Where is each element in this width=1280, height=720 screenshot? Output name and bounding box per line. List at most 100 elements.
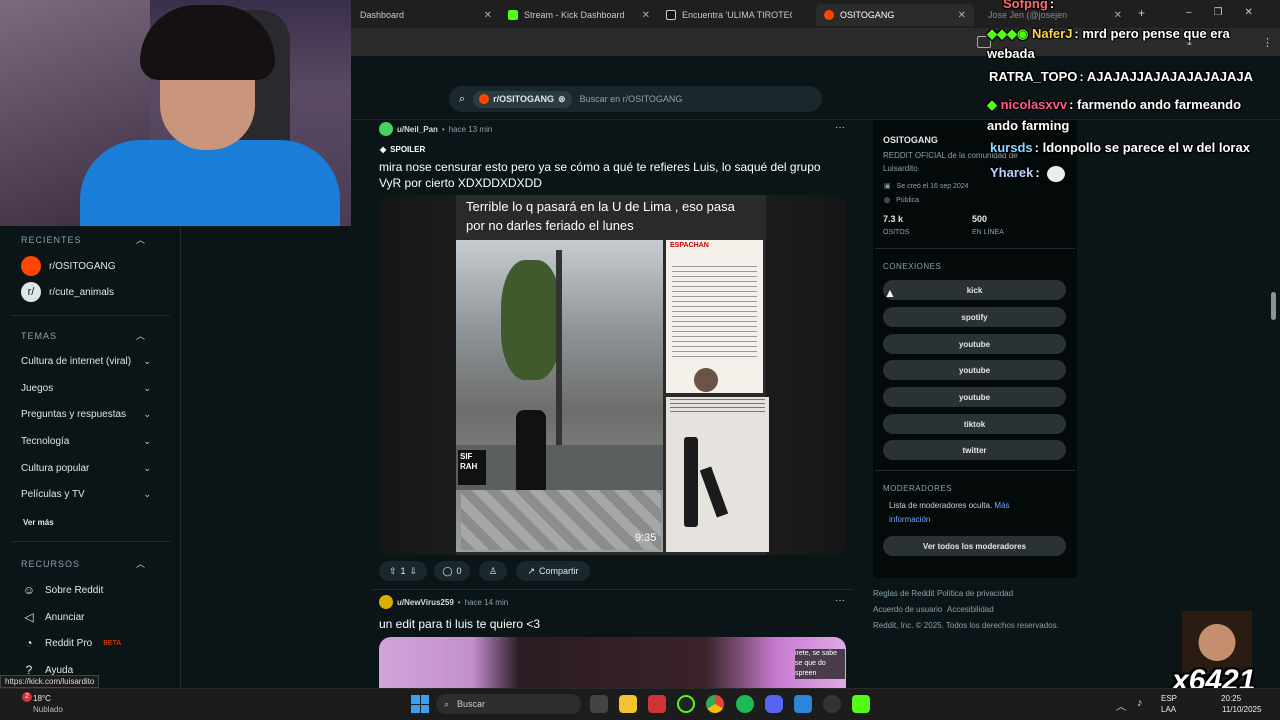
connection-youtube-button[interactable]: youtube bbox=[883, 387, 1066, 407]
news-header: ESPACHAN bbox=[670, 242, 709, 249]
see-more-link[interactable]: Ver más bbox=[23, 518, 54, 527]
view-all-moderators-button[interactable]: Ver todos los moderadores bbox=[883, 536, 1066, 556]
close-icon[interactable]: ✕ bbox=[484, 10, 492, 21]
kick-icon bbox=[508, 10, 518, 20]
page-scrollbar[interactable] bbox=[1271, 292, 1276, 320]
sidebar-item-label: Reddit Pro bbox=[45, 637, 93, 649]
sidebar-topic-pop-culture[interactable]: Cultura popular ⌄ bbox=[21, 463, 151, 474]
sidebar-topic-games[interactable]: Juegos ⌄ bbox=[21, 383, 151, 394]
chat-text: : bbox=[1049, 0, 1055, 11]
tab-kick-dashboard[interactable]: Stream - Kick Dashboard ✕ bbox=[500, 4, 658, 26]
connection-youtube-button[interactable]: youtube bbox=[883, 360, 1066, 380]
connection-kick-button[interactable]: kick bbox=[883, 280, 1066, 300]
chat-username: RATRA_TOPO bbox=[989, 69, 1078, 84]
downvote-icon[interactable]: ⇩ bbox=[410, 566, 418, 577]
chevron-up-icon[interactable]: ︿ bbox=[1116, 698, 1126, 713]
post-media[interactable]: irete, se sabe se que do spreen bbox=[379, 637, 846, 688]
clock-time[interactable]: 20:25 bbox=[1221, 694, 1241, 703]
search-icon: ⌕ bbox=[459, 92, 466, 105]
comment-count: 0 bbox=[456, 566, 462, 576]
person bbox=[516, 410, 546, 500]
bench bbox=[456, 445, 663, 490]
weather-temp[interactable]: 18°C bbox=[33, 694, 51, 703]
tab-dashboard[interactable]: Dashboard ✕ bbox=[352, 4, 500, 26]
share-button[interactable]: ↗ Compartir bbox=[516, 561, 590, 581]
task-view-icon[interactable] bbox=[590, 695, 608, 713]
post-media[interactable]: Terrible lo q pasará en la U de Lima , e… bbox=[379, 195, 846, 555]
footer-user-agreement-link[interactable]: Acuerdo de usuario bbox=[873, 605, 942, 614]
sidebar-topic-movies-tv[interactable]: Películas y TV ⌄ bbox=[21, 489, 151, 500]
recent-section-title: RECIENTES bbox=[21, 235, 82, 245]
language-indicator[interactable]: ESP bbox=[1161, 694, 1177, 703]
sidebar-item-about-reddit[interactable]: ☺ Sobre Reddit bbox=[21, 582, 151, 598]
clear-chip-icon[interactable]: ⊗ bbox=[558, 94, 566, 105]
footer-rules-link[interactable]: Reglas de Reddit bbox=[873, 589, 934, 598]
post-author[interactable]: u/NewVirus259 bbox=[397, 598, 454, 607]
connection-youtube-button[interactable]: youtube bbox=[883, 334, 1066, 354]
microphone-icon[interactable]: ♪ bbox=[1137, 697, 1143, 709]
post-title[interactable]: un edit para ti luis te quiero <3 bbox=[379, 616, 540, 632]
kick-icon[interactable] bbox=[852, 695, 870, 713]
sidebar-topic-qa[interactable]: Preguntas y respuestas ⌄ bbox=[21, 409, 151, 420]
upvote-icon[interactable]: ⇧ bbox=[389, 566, 397, 577]
obs-icon[interactable] bbox=[677, 695, 695, 713]
collapse-resources-icon[interactable]: ︿ bbox=[136, 557, 145, 570]
post-options-icon[interactable]: ··· bbox=[835, 595, 845, 606]
sidebar-item-label: Juegos bbox=[21, 383, 54, 394]
tab-label: Encuentra 'ULIMA TIROTEO' en bbox=[682, 10, 792, 20]
media-timestamp: 9:35 bbox=[635, 532, 657, 544]
avatar[interactable] bbox=[379, 122, 393, 136]
windows-start-icon[interactable] bbox=[411, 695, 429, 713]
close-icon[interactable]: ✕ bbox=[958, 10, 966, 21]
file-explorer-icon[interactable] bbox=[619, 695, 637, 713]
connection-twitter-button[interactable]: twitter bbox=[883, 440, 1066, 460]
taskbar-search[interactable]: ⌕ Buscar bbox=[436, 694, 581, 714]
sidebar-topic-internet-culture[interactable]: Cultura de internet (viral) ⌄ bbox=[21, 356, 151, 367]
pro-icon: ◔ bbox=[25, 636, 33, 650]
tab-tiktok-search[interactable]: Encuentra 'ULIMA TIROTEO' en bbox=[658, 4, 816, 26]
sidebar-item-advertise[interactable]: ◁ Anunciar bbox=[21, 609, 151, 625]
close-icon[interactable]: ✕ bbox=[642, 10, 650, 21]
collapse-topics-icon[interactable]: ︿ bbox=[136, 329, 145, 342]
sidebar-item-label: Sobre Reddit bbox=[45, 584, 104, 596]
chrome-icon[interactable] bbox=[706, 695, 724, 713]
chat-message: kursds: ldonpollo se parece el w del lor… bbox=[990, 140, 1250, 155]
community-chip[interactable]: r/OSITOGANG ⊗ bbox=[473, 90, 572, 108]
webcam-overlay bbox=[0, 0, 351, 226]
spotify-icon[interactable] bbox=[736, 695, 754, 713]
tab-ositogang[interactable]: OSITOGANG ✕ bbox=[816, 4, 974, 26]
community-visibility: ◍ Pública bbox=[884, 196, 919, 205]
connection-spotify-button[interactable]: spotify bbox=[883, 307, 1066, 327]
sidebar-item-reddit-pro[interactable]: ◔ Reddit Pro BETA bbox=[21, 635, 151, 651]
discord-icon[interactable] bbox=[765, 695, 783, 713]
footer-accessibility-link[interactable]: Accesibilidad bbox=[947, 605, 994, 614]
post-author[interactable]: u/Neil_Pan bbox=[397, 125, 438, 134]
search-bar[interactable]: ⌕ r/OSITOGANG ⊗ Buscar en r/OSITOGANG bbox=[449, 86, 822, 112]
post-options-icon[interactable]: ··· bbox=[835, 122, 845, 133]
post-time: hace 13 min bbox=[448, 124, 493, 134]
app-icon[interactable] bbox=[648, 695, 666, 713]
notepad-icon[interactable] bbox=[794, 695, 812, 713]
community-icon bbox=[21, 256, 41, 276]
sidebar-item-label: Preguntas y respuestas bbox=[21, 409, 127, 420]
footer-privacy-link[interactable]: Política de privacidad bbox=[937, 589, 1013, 598]
members-count: 7.3 k bbox=[883, 214, 904, 224]
weapon-photo bbox=[666, 397, 769, 552]
community-created: ▣ Se creó el 16 sep 2024 bbox=[884, 182, 969, 191]
search-input[interactable]: Buscar en r/OSITOGANG bbox=[580, 94, 683, 104]
footer-copyright: Reddit, Inc. © 2025. Todos los derechos … bbox=[873, 621, 1059, 630]
connection-tiktok-button[interactable]: tiktok bbox=[883, 414, 1066, 434]
sidebar-topic-technology[interactable]: Tecnología ⌄ bbox=[21, 436, 151, 447]
chat-username: kursds bbox=[990, 140, 1033, 155]
comments-button[interactable]: ◯ 0 bbox=[434, 561, 470, 581]
award-button[interactable]: ♙ bbox=[479, 561, 507, 581]
tab-label: Dashboard bbox=[360, 10, 405, 20]
moderators-hidden-text: Lista de moderadores oculta. bbox=[889, 501, 993, 510]
sidebar-item-ositogang[interactable]: r/OSITOGANG bbox=[21, 256, 151, 276]
app-icon[interactable] bbox=[823, 695, 841, 713]
sidebar-item-cute-animals[interactable]: r/ r/cute_animals bbox=[21, 282, 151, 302]
collapse-recent-icon[interactable]: ︿ bbox=[136, 233, 145, 246]
post-title[interactable]: mira nose censurar esto pero ya se cómo … bbox=[379, 159, 834, 191]
avatar[interactable] bbox=[379, 595, 393, 609]
connections-title: CONEXIONES bbox=[883, 262, 942, 271]
